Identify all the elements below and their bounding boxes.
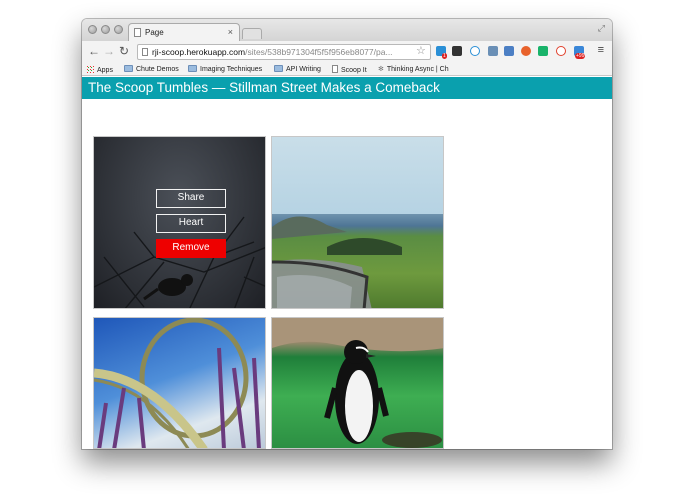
url-host: rji-scoop.herokuapp.com (152, 47, 246, 57)
forward-arrow-icon[interactable]: → (103, 44, 115, 59)
evernote-icon[interactable] (538, 46, 548, 56)
bookmark-thinking-async[interactable]: ✻ Thinking Async | Ch (378, 65, 449, 74)
bookmark-api-writing[interactable]: API Writing (274, 65, 321, 74)
zoom-window-button[interactable] (114, 25, 123, 34)
new-tab-button[interactable] (242, 28, 262, 39)
roller-coaster-illustration (94, 318, 261, 448)
tab-close-icon[interactable]: × (228, 24, 233, 41)
bookmarks-bar: Apps Chute Demos Imaging Techniques API … (82, 63, 612, 76)
menu-icon[interactable]: ≡ (598, 44, 604, 56)
minimize-window-button[interactable] (101, 25, 110, 34)
folder-icon (188, 65, 197, 72)
page-icon (332, 65, 338, 73)
photo-coastline[interactable] (271, 136, 444, 309)
download-badge: +99 (575, 53, 586, 59)
browser-toolbar: ← → ↻ rji-scoop.herokuapp.com/sites/538b… (82, 41, 612, 63)
page-icon (142, 48, 148, 56)
bookmark-chute-demos[interactable]: Chute Demos (124, 65, 179, 74)
screenshot-stage: Page × ⤢ ← → ↻ rji-scoop.herokuapp.com/s… (0, 0, 695, 494)
bookmark-star-icon[interactable]: ☆ (416, 44, 426, 57)
reload-icon[interactable]: ↻ (119, 44, 129, 59)
page-icon (134, 28, 141, 37)
extension-badge: 1 (442, 53, 447, 59)
tab-bar: Page × ⤢ (82, 19, 612, 41)
folder-icon (274, 65, 283, 72)
page-header: The Scoop Tumbles — Stillman Street Make… (82, 77, 612, 99)
heart-button[interactable]: Heart (156, 214, 226, 233)
address-bar[interactable]: rji-scoop.herokuapp.com/sites/538b971304… (137, 44, 431, 60)
flame-icon[interactable] (521, 46, 531, 56)
fullscreen-icon[interactable]: ⤢ (598, 23, 605, 34)
close-window-button[interactable] (88, 25, 97, 34)
document-icon[interactable] (504, 46, 514, 56)
url-path: /sites/538b971304f5f5f956eb8077/pa... (245, 47, 393, 57)
page-content: The Scoop Tumbles — Stillman Street Make… (82, 77, 612, 449)
page-title: The Scoop Tumbles — Stillman Street Make… (88, 80, 440, 95)
photo-bird[interactable]: Share Heart Remove (93, 136, 266, 309)
tab-title: Page (145, 28, 164, 37)
browser-tab[interactable]: Page × (128, 23, 240, 41)
skype-icon[interactable] (470, 46, 480, 56)
browser-window: Page × ⤢ ← → ↻ rji-scoop.herokuapp.com/s… (82, 19, 612, 449)
coastline-illustration (272, 216, 402, 308)
bookmark-imaging-techniques[interactable]: Imaging Techniques (188, 65, 262, 74)
window-icon[interactable] (488, 46, 498, 56)
bookmark-apps[interactable]: Apps (86, 65, 113, 75)
share-button[interactable]: Share (156, 189, 226, 208)
layers-icon[interactable] (452, 46, 462, 56)
photo-roller-coaster[interactable] (93, 317, 266, 449)
target-icon[interactable] (556, 46, 566, 56)
penguin-illustration (272, 318, 443, 448)
apps-grid-icon (86, 65, 94, 73)
folder-icon (124, 65, 133, 72)
bookmark-scoop-it[interactable]: Scoop It (332, 65, 367, 75)
back-arrow-icon[interactable]: ← (88, 44, 100, 59)
remove-button[interactable]: Remove (156, 239, 226, 258)
gear-icon: ✻ (378, 66, 384, 73)
photo-penguin[interactable] (271, 317, 444, 449)
